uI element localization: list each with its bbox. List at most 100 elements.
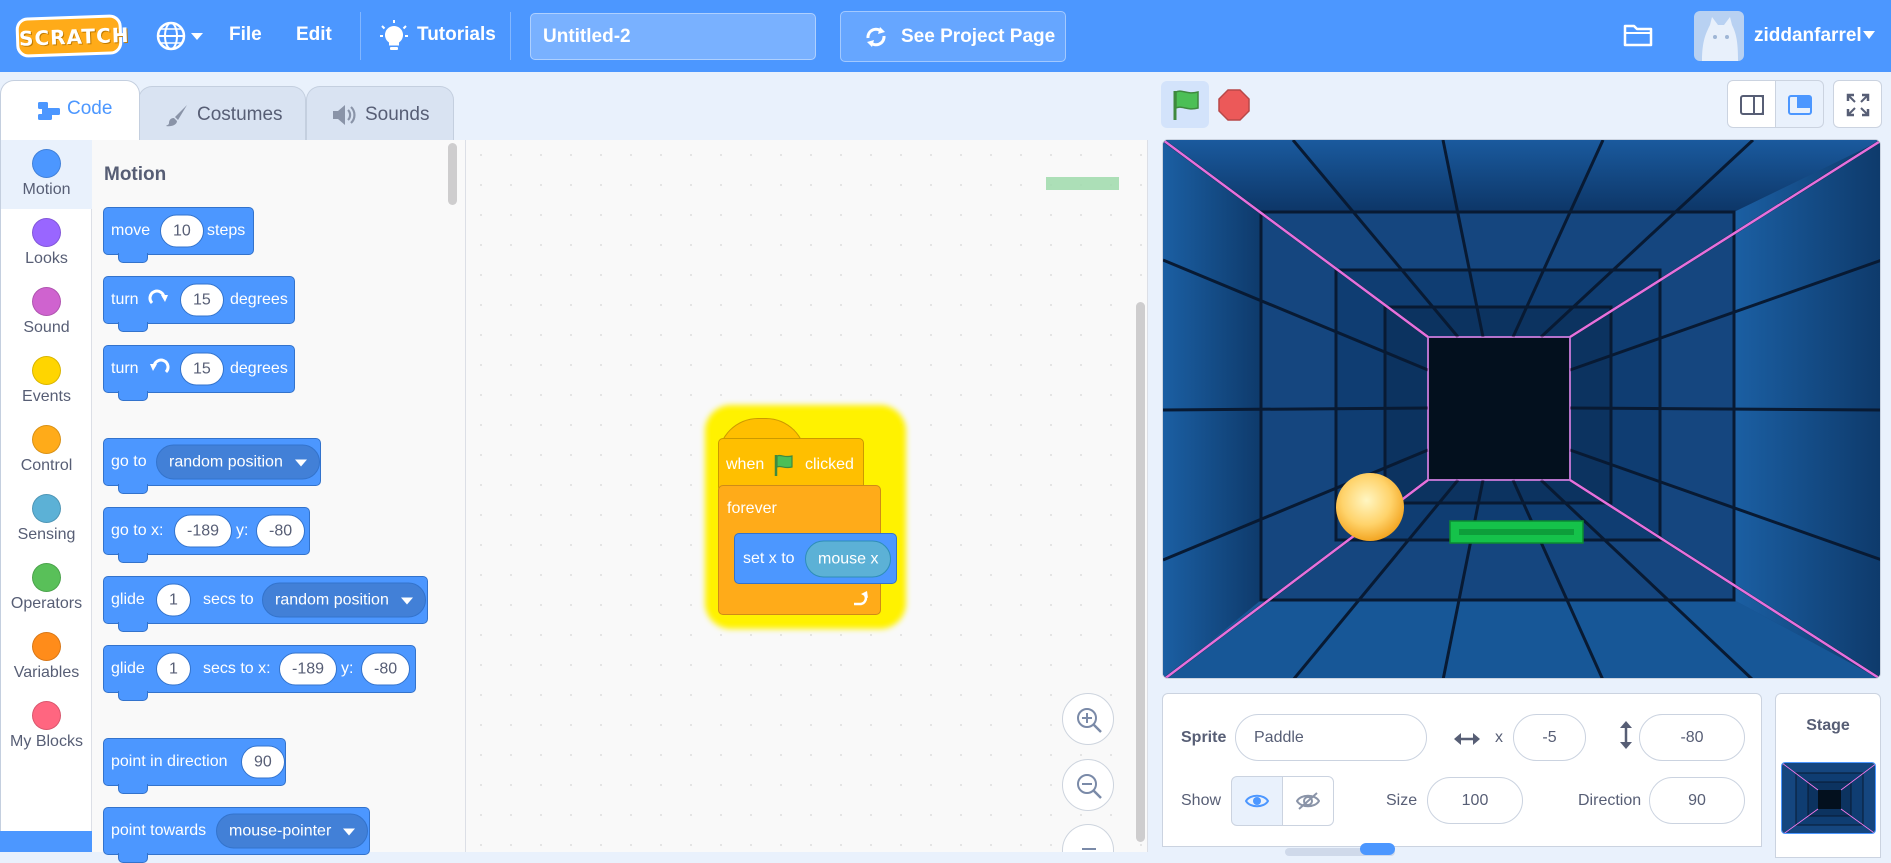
y-input[interactable]: -80 [256,514,306,548]
rotate-right-icon [148,289,168,305]
when-flag-clicked-block[interactable]: when clicked [718,438,864,492]
show-visible-button[interactable] [1231,776,1283,826]
y-position-input[interactable] [1639,714,1745,761]
chevron-down-icon[interactable] [1862,30,1876,40]
block-text: turn [111,291,139,308]
green-flag-button[interactable] [1161,81,1209,128]
point-in-direction-block[interactable]: point in direction 90 [103,738,286,794]
category-sensing[interactable]: Sensing [1,485,92,554]
vertical-arrows-icon [1620,721,1632,749]
category-label: Control [20,457,73,474]
small-stage-button[interactable] [1727,80,1776,128]
stage-thumbnail-image [1782,763,1875,833]
project-title-input[interactable] [530,13,816,60]
category-menu: Motion Looks Sound Events Control Sensin… [0,140,92,852]
move-steps-block[interactable]: move 10 steps [103,207,254,263]
globe-icon[interactable] [155,20,205,52]
glide-to-xy-block[interactable]: glide 1 secs to x: -189 y: -80 [103,645,416,701]
block-text: move [111,222,151,239]
zoom-out-button[interactable] [1062,759,1114,811]
block-text: glide [111,660,145,677]
set-x-to-block[interactable]: set x to mouse x [734,533,897,584]
block-text: clicked [805,456,854,473]
sprite-name-input[interactable] [1235,714,1427,761]
palette-scrollbar[interactable] [448,143,457,205]
file-menu[interactable]: File [229,24,262,46]
go-to-dropdown[interactable]: random position [156,444,320,480]
tab-costumes[interactable]: Costumes [138,86,306,140]
point-towards-block[interactable]: point towards mouse-pointer [103,807,370,863]
stage-canvas[interactable] [1162,139,1881,679]
green-flag-icon [1173,90,1199,120]
stage-thumbnail[interactable] [1781,762,1876,834]
sprite-preview [1046,177,1119,190]
block-text: secs to x: [203,660,271,677]
block-text: glide [111,591,145,608]
zoom-out-icon [1077,774,1102,799]
x-input[interactable]: -189 [279,652,338,686]
menu-bar: SCRATCH File Edit Tutorials See Project … [0,0,1891,72]
secs-input[interactable]: 1 [156,652,191,686]
mouse-x-reporter[interactable]: mouse x [805,540,892,577]
tab-sounds[interactable]: Sounds [306,86,454,140]
category-events[interactable]: Events [1,347,92,416]
category-my-blocks[interactable]: My Blocks [1,692,92,761]
secs-input[interactable]: 1 [156,583,191,617]
direction-input[interactable]: 90 [241,745,285,779]
category-sound[interactable]: Sound [1,278,92,347]
my-stuff-folder-icon[interactable] [1623,22,1653,48]
direction-input[interactable] [1649,777,1745,824]
zoom-in-icon [1077,708,1102,733]
see-project-page-button[interactable]: See Project Page [840,11,1066,62]
y-input[interactable]: -80 [361,652,411,686]
x-input[interactable]: -189 [174,514,233,548]
lightbulb-icon [380,20,408,50]
fullscreen-icon [1846,93,1870,117]
scratch-logo[interactable]: SCRATCH [15,14,130,58]
equals-icon [1082,848,1096,850]
turn-right-block[interactable]: turn 15 degrees [103,276,295,332]
category-dot [32,701,61,730]
x-position-input[interactable] [1513,714,1586,761]
degrees-input[interactable]: 15 [180,283,224,317]
edit-menu[interactable]: Edit [296,24,332,46]
stop-button[interactable] [1218,89,1250,121]
tutorials-menu[interactable]: Tutorials [417,24,496,46]
category-looks[interactable]: Looks [1,209,92,278]
extension-button[interactable] [0,831,92,852]
glide-to-block[interactable]: glide 1 secs to random position [103,576,428,632]
category-label: Sensing [17,526,76,543]
degrees-input[interactable]: 15 [180,352,224,386]
show-hidden-button[interactable] [1282,776,1334,826]
eye-hidden-icon [1296,792,1320,810]
category-dot [32,356,61,385]
size-input[interactable] [1427,777,1523,824]
large-stage-button[interactable] [1775,80,1824,128]
turn-left-block[interactable]: turn 15 degrees [103,345,295,401]
category-operators[interactable]: Operators [1,554,92,623]
brush-icon [166,105,187,127]
zoom-in-button[interactable] [1062,693,1114,745]
eye-icon [1245,794,1269,808]
category-motion[interactable]: Motion [1,140,92,209]
script-scrollbar[interactable] [1136,302,1145,842]
username[interactable]: ziddanfarrel [1754,25,1862,47]
steps-input[interactable]: 10 [160,214,204,248]
go-to-xy-block[interactable]: go to x: -189 y: -80 [103,507,310,563]
block-text: go to [111,453,147,470]
block-text: point towards [111,822,207,839]
category-label: Looks [25,250,68,267]
stage-selector[interactable]: Stage [1775,693,1881,858]
tab-code[interactable]: Code [0,80,140,140]
category-dot [32,425,61,454]
category-variables[interactable]: Variables [1,623,92,692]
avatar[interactable] [1694,11,1744,61]
stage-label: Stage [1806,717,1850,734]
go-to-block[interactable]: go to random position [103,438,321,494]
glide-dropdown[interactable]: random position [262,582,426,618]
large-stage-icon [1788,95,1812,115]
point-towards-dropdown[interactable]: mouse-pointer [216,813,369,849]
fullscreen-button[interactable] [1833,80,1882,128]
block-text: y: [341,660,354,677]
category-control[interactable]: Control [1,416,92,485]
